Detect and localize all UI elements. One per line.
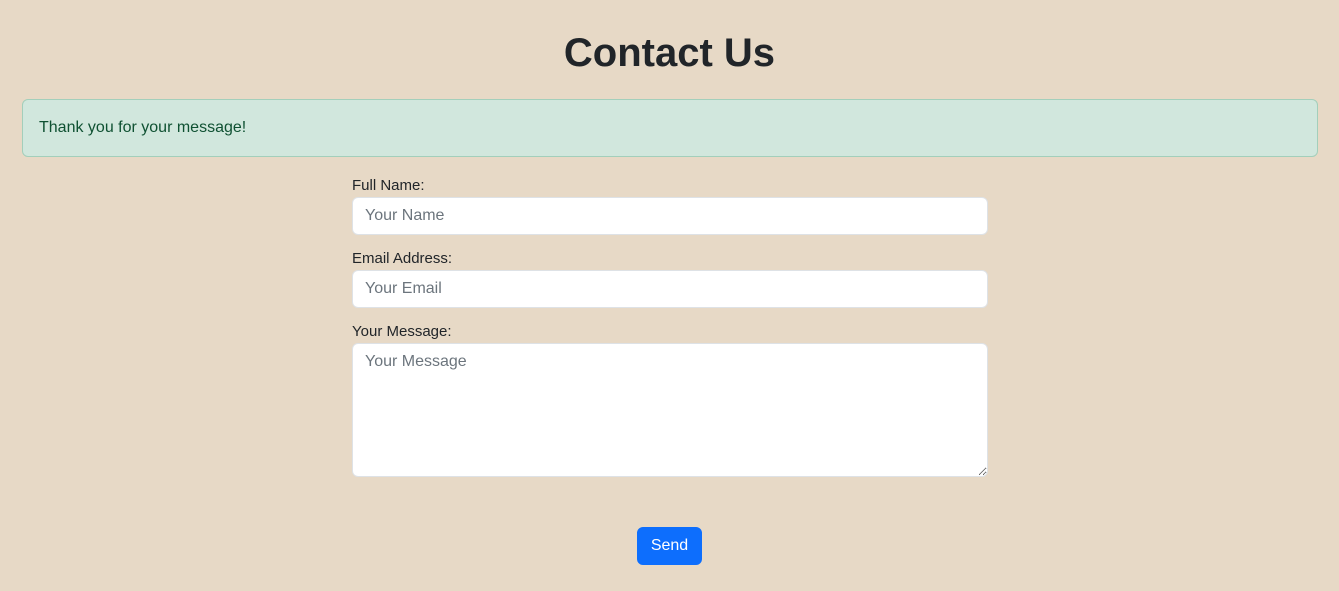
name-label: Full Name: bbox=[352, 177, 425, 194]
message-label: Your Message: bbox=[352, 323, 452, 340]
message-field-group: Your Message: bbox=[352, 322, 988, 477]
email-label: Email Address: bbox=[352, 250, 453, 267]
contact-form: Full Name: Email Address: Your Message: bbox=[352, 176, 988, 491]
alert-message: Thank you for your message! bbox=[39, 119, 247, 136]
email-input[interactable] bbox=[352, 270, 988, 308]
page-title: Contact Us bbox=[563, 31, 776, 75]
message-textarea[interactable] bbox=[352, 343, 988, 477]
name-field-group: Full Name: bbox=[352, 176, 988, 235]
send-button[interactable]: Send bbox=[636, 527, 703, 565]
submit-container: Send bbox=[0, 527, 1339, 565]
success-alert: Thank you for your message! bbox=[22, 99, 1318, 157]
email-field-group: Email Address: bbox=[352, 249, 988, 308]
name-input[interactable] bbox=[352, 197, 988, 235]
